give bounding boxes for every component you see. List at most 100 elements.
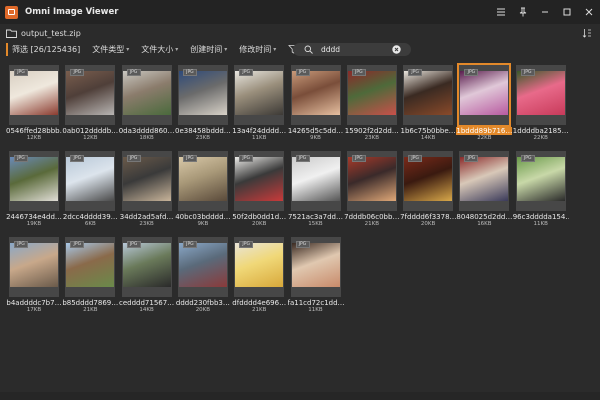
thumbnail-filesize: 20KB [195,307,211,313]
thumbnail-filename: b4addddc7b7… [6,299,62,307]
thumbnail-filesize: 17KB [26,307,42,313]
thumbnail-item[interactable]: JPG fa11cd72c1dd… 11KB [287,234,344,320]
thumbnail-filesize: 12KB [83,135,98,141]
thumbnail-item[interactable]: JPG 7dddb06c0bb… 21KB [344,148,399,234]
thumbnail-item[interactable]: JPG 0da3dddd860… 18KB [119,62,174,148]
thumbnail-item[interactable]: JPG 14265d5c5dd… 9KB [288,62,343,148]
chevron-down-icon: ▾ [273,46,277,53]
sort-icon[interactable] [582,28,592,38]
file-type-badge: JPG [70,155,85,162]
thumbnail-filesize: 22KB [477,135,492,141]
file-type-badge: JPG [351,69,366,76]
thumbnail-item[interactable]: JPG 0ab012ddddb… 12KB [62,62,118,148]
thumbnail-filesize: 9KB [197,221,209,227]
thumbnail-image [516,157,565,201]
file-type-badge: JPG [239,69,254,76]
thumbnail-item[interactable]: JPG 1ddddba2185… 22KB [512,62,569,148]
minimize-button[interactable] [534,0,556,24]
thumbnail-filesize: 16KB [477,221,492,227]
thumbnail-filename: 0e38458bddd… [174,127,231,135]
thumbnail-image [10,71,58,115]
thumbnail-image [10,243,58,287]
maximize-button[interactable] [556,0,578,24]
thumbnail-image [122,71,171,115]
thumbnail-image [404,71,453,115]
file-type-badge: JPG [182,69,197,76]
search-input[interactable]: dddd [293,43,411,56]
thumbnail-image [10,157,58,201]
file-type-badge: JPG [14,155,28,162]
file-type-badge: JPG [126,241,141,248]
file-type-badge: JPG [239,241,254,248]
thumbnail-filename: 1bddd89b716… [456,127,513,135]
thumbnail-filename: 1b6c75b0bbe… [400,127,456,135]
file-type-badge: JPG [408,69,423,76]
thumbnail-filesize: 23KB [139,221,154,227]
pin-icon[interactable] [512,0,534,24]
file-type-badge: JPG [351,155,366,162]
file-type-badge: JPG [182,241,197,248]
file-type-badge: JPG [520,69,535,76]
thumbnail-filesize: 6KB [84,221,96,227]
thumbnail-image [516,71,565,115]
thumbnail-item[interactable]: JPG 96c3dddda154… 11KB [512,148,569,234]
thumbnail-filename: 34dd2ad5afd… [119,213,174,221]
thumbnail-item[interactable]: JPG 0e38458bddd… 23KB [174,62,231,148]
thumbnail-filesize: 11KB [251,135,267,141]
file-type-badge: JPG [14,69,28,76]
file-type-dropdown[interactable]: 文件类型 ▾ [92,44,129,55]
file-size-dropdown[interactable]: 文件大小 ▾ [141,44,178,55]
thumbnail-item[interactable]: JPG 13a4f24dddd… 11KB [232,62,287,148]
thumbnail-item[interactable]: JPG b85dddd7869… 21KB [62,234,119,320]
thumbnail-filename: 13a4f24dddd… [232,127,287,135]
thumbnail-item[interactable]: JPG 34dd2ad5afd… 23KB [119,148,174,234]
thumbnail-item[interactable]: JPG 1b6c75b0bbe… 14KB [400,62,456,148]
thumbnail-image [178,71,227,115]
thumbnail-item[interactable]: JPG 1bddd89b716… 22KB [456,62,513,148]
thumbnail-filesize: 21KB [83,307,98,313]
thumbnail-item[interactable]: JPG 2446734e4dd… 19KB [6,148,62,234]
thumbnail-item[interactable]: JPG 8048025d2dd… 16KB [456,148,513,234]
thumbnail-item[interactable]: JPG 0546ffed28bbb… 12KB [6,62,62,148]
thumbnail-filesize: 22KB [533,135,548,141]
close-button[interactable] [578,0,600,24]
thumbnail-image [235,243,284,287]
thumbnail-item[interactable]: JPG 2dcc4dddd39… 6KB [63,148,118,234]
thumbnail-image [66,157,115,201]
menu-icon[interactable] [490,0,512,24]
search-value[interactable]: dddd [321,45,389,54]
thumbnail-filesize: 14KB [139,307,154,313]
thumbnail-item[interactable]: JPG 7521ac3a7dd… 15KB [288,148,343,234]
thumbnail-image [122,243,171,287]
thumbnail-image [235,71,284,115]
thumbnail-item[interactable]: JPG 15902f2d2dd… 23KB [345,62,399,148]
file-bar: output_test.zip [0,24,600,42]
thumbnail-filesize: 12KB [26,135,42,141]
thumbnail-item[interactable]: JPG cedddd71567… 14KB [119,234,174,320]
file-type-badge: JPG [408,155,423,162]
thumbnail-filename: fa11cd72c1dd… [287,299,344,307]
thumbnail-filename: dfdddd4e696… [232,299,287,307]
thumbnail-filename: 96c3dddda154… [512,213,569,221]
archive-file-name[interactable]: output_test.zip [21,29,81,38]
thumbnail-item[interactable]: JPG b4addddc7b7… 17KB [6,234,62,320]
thumbnail-filename: b85dddd7869… [62,299,119,307]
thumbnail-image [291,157,340,201]
created-time-dropdown[interactable]: 创建时间 ▾ [190,44,227,55]
thumbnail-filename: 50f2db0dd1d… [232,213,287,221]
thumbnail-image [66,71,115,115]
chevron-down-icon: ▾ [175,46,179,53]
modified-time-dropdown[interactable]: 修改时间 ▾ [239,44,276,55]
thumbnail-filename: 8048025d2dd… [456,213,513,221]
app-logo-icon [5,5,18,19]
thumbnail-item[interactable]: JPG dfdddd4e696… 21KB [232,234,287,320]
clear-search-icon[interactable] [392,45,401,54]
thumbnail-image [122,157,171,201]
thumbnail-item[interactable]: JPG dddd230fbb3… 20KB [176,234,230,320]
thumbnail-filename: 1ddddba2185… [512,127,569,135]
thumbnail-item[interactable]: JPG 7fdddd6f3378… 20KB [400,148,456,234]
thumbnail-filesize: 21KB [364,221,379,227]
thumbnail-item[interactable]: JPG 50f2db0dd1d… 20KB [232,148,287,234]
thumbnail-item[interactable]: JPG 40bc03bdddd… 9KB [175,148,231,234]
file-type-badge: JPG [14,241,28,248]
